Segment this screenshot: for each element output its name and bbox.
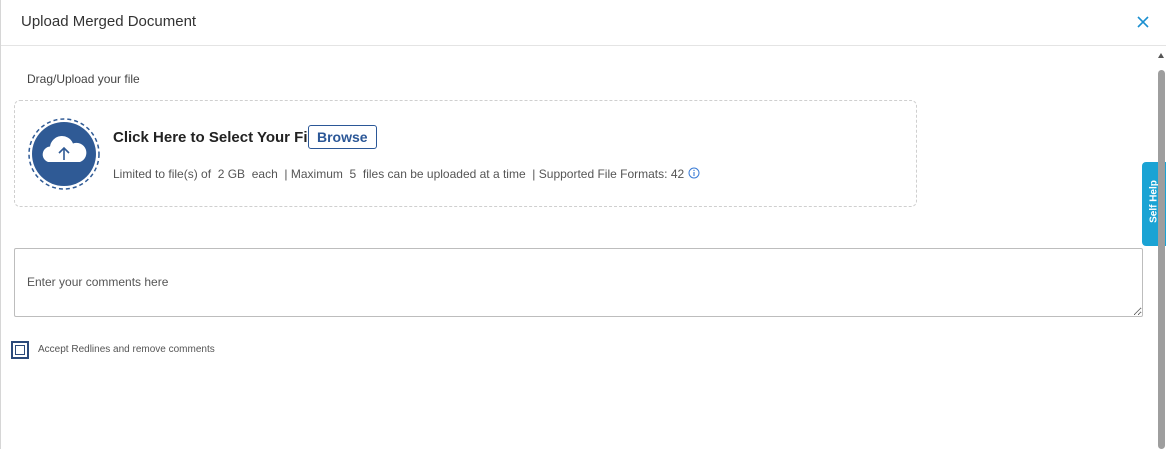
info-icon[interactable] bbox=[688, 167, 700, 182]
browse-button[interactable]: Browse bbox=[308, 125, 377, 149]
upload-dialog: Upload Merged Document Drag/Upload your … bbox=[0, 0, 1166, 449]
select-file-text[interactable]: Click Here to Select Your File bbox=[113, 129, 320, 146]
accept-redlines-label[interactable]: Accept Redlines and remove comments bbox=[38, 344, 215, 355]
dialog-header: Upload Merged Document bbox=[1, 0, 1166, 46]
upload-section-label: Drag/Upload your file bbox=[27, 72, 140, 86]
comments-textarea[interactable] bbox=[14, 248, 1143, 317]
close-icon[interactable] bbox=[1135, 13, 1151, 31]
upload-limits-text: Limited to file(s) of 2 GB each | Maximu… bbox=[113, 167, 685, 181]
scroll-up-arrow-icon[interactable] bbox=[1158, 53, 1164, 58]
file-dropzone[interactable]: Click Here to Select Your File Browse Li… bbox=[14, 100, 917, 207]
vertical-scrollbar[interactable] bbox=[1156, 50, 1166, 449]
dialog-title: Upload Merged Document bbox=[21, 13, 197, 30]
cloud-upload-icon bbox=[28, 118, 100, 190]
upload-limits: Limited to file(s) of 2 GB each | Maximu… bbox=[113, 167, 700, 182]
accept-redlines-checkbox[interactable] bbox=[11, 341, 29, 359]
scrollbar-thumb[interactable] bbox=[1158, 70, 1165, 449]
